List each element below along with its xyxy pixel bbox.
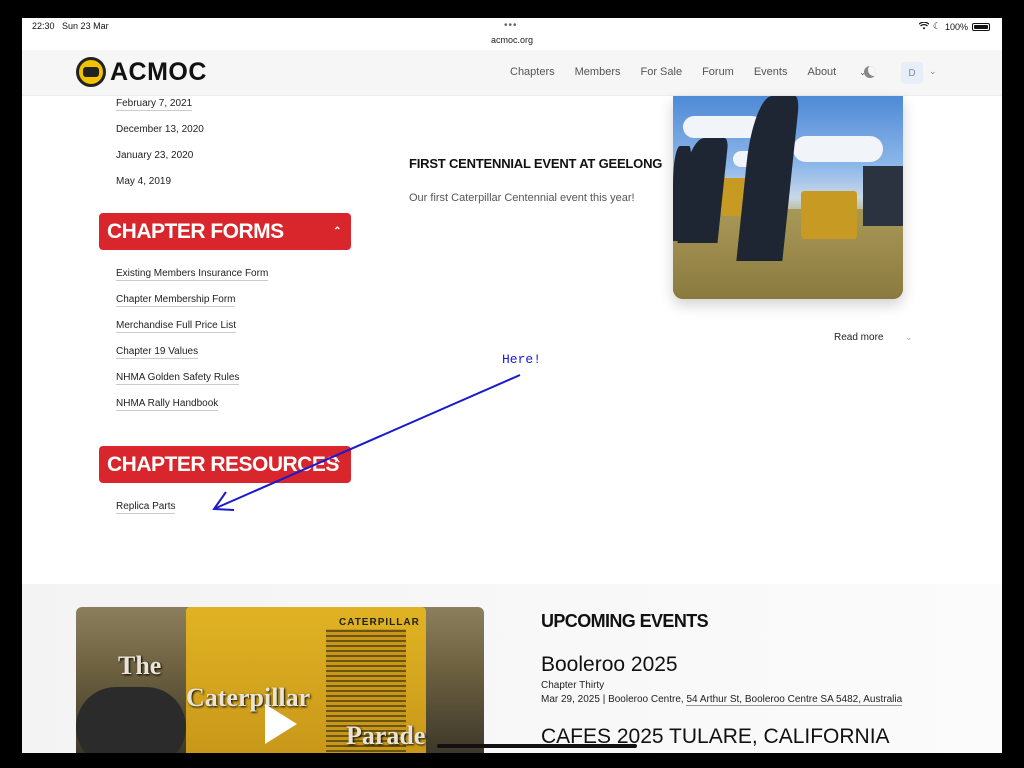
event-date: Mar 29, 2025 | Booleroo Centre, — [541, 694, 687, 705]
video-title-line: Parade — [346, 721, 426, 750]
event-address-link[interactable]: 54 Arthur St, Booleroo Centre SA 5482, A… — [686, 694, 903, 706]
ipad-screen: 22:30 Sun 23 Mar ••• acmoc.org ☾ 100% AC… — [22, 18, 1002, 753]
events-heading: UPCOMING EVENTS — [541, 611, 709, 631]
event-title[interactable]: Booleroo 2025 — [541, 653, 678, 677]
video-brand-text: CATERPILLAR — [339, 617, 420, 628]
video-player[interactable]: CATERPILLAR The Caterpillar Parade — [76, 607, 484, 753]
home-indicator[interactable] — [437, 744, 637, 748]
video-title-line: The — [118, 651, 162, 680]
event-chapter: Chapter Thirty — [541, 680, 605, 691]
event-date-venue: Mar 29, 2025 | Booleroo Centre, 54 Arthu… — [541, 694, 903, 706]
play-icon[interactable] — [265, 704, 297, 744]
